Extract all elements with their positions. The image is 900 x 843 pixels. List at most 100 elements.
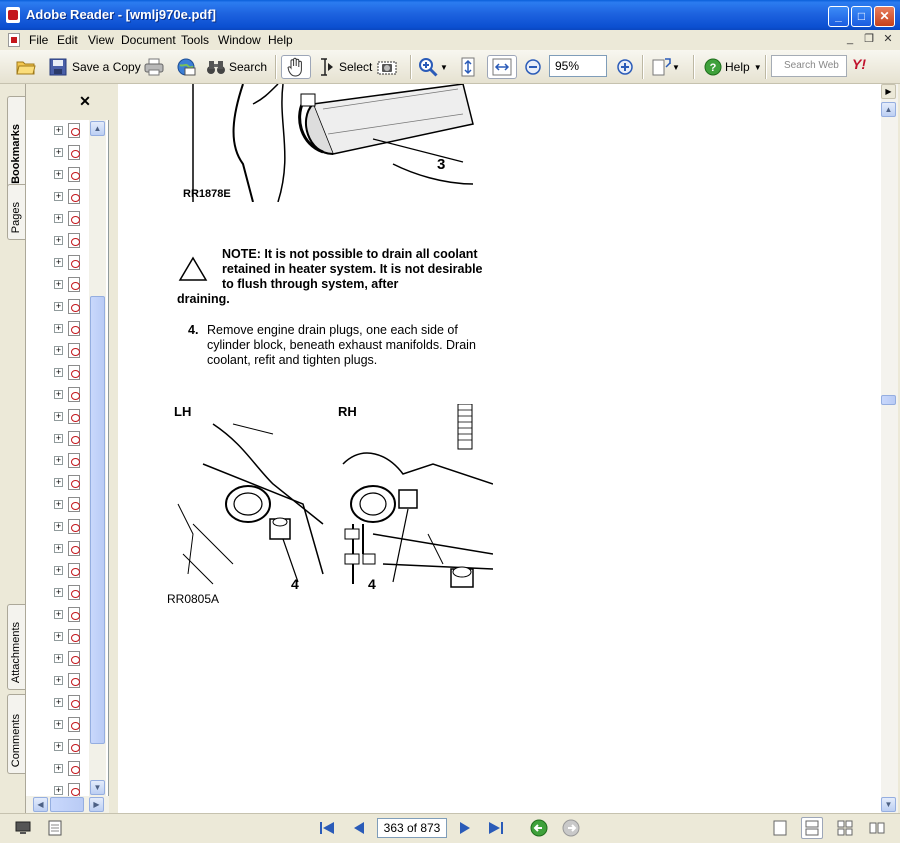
page-number-input[interactable]: 363 of 873	[377, 818, 447, 838]
page-menu-arrow-icon[interactable]: ▶	[881, 84, 896, 99]
doc-scroll-down-button[interactable]: ▼	[881, 797, 896, 812]
document-icon[interactable]	[8, 33, 20, 47]
doc-close-button[interactable]: ✕	[881, 32, 895, 46]
bookmark-item[interactable]: +	[26, 428, 88, 450]
monitor-icon[interactable]	[14, 819, 32, 837]
scroll-thumb[interactable]	[90, 296, 105, 744]
expand-plus-icon[interactable]: +	[54, 258, 63, 267]
help-button[interactable]: ? Help ▼	[703, 55, 762, 79]
bookmark-item[interactable]: +	[26, 406, 88, 428]
close-button[interactable]: ✕	[874, 6, 895, 27]
scroll-up-button[interactable]: ▲	[90, 121, 105, 136]
first-page-button[interactable]	[318, 819, 336, 837]
expand-plus-icon[interactable]: +	[54, 456, 63, 465]
bookmark-item[interactable]: +	[26, 274, 88, 296]
bookmark-item[interactable]: +	[26, 626, 88, 648]
bookmark-item[interactable]: +	[26, 714, 88, 736]
bookmark-item[interactable]: +	[26, 560, 88, 582]
expand-plus-icon[interactable]: +	[54, 654, 63, 663]
menu-help[interactable]: Help	[268, 33, 293, 47]
expand-plus-icon[interactable]: +	[54, 346, 63, 355]
scroll-right-button[interactable]: ▶	[89, 797, 104, 812]
expand-plus-icon[interactable]: +	[54, 390, 63, 399]
expand-plus-icon[interactable]: +	[54, 126, 63, 135]
bookmark-item[interactable]: +	[26, 736, 88, 758]
panel-splitter[interactable]	[109, 84, 118, 813]
next-page-button[interactable]	[456, 819, 474, 837]
bookmark-item[interactable]: +	[26, 604, 88, 626]
email-button[interactable]	[176, 55, 196, 79]
expand-plus-icon[interactable]: +	[54, 720, 63, 729]
bookmark-item[interactable]: +	[26, 670, 88, 692]
search-web-input[interactable]: Search Web	[771, 55, 847, 77]
bookmark-item[interactable]: +	[26, 186, 88, 208]
print-button[interactable]	[144, 55, 164, 79]
open-button[interactable]	[16, 55, 36, 79]
bookmarks-horizontal-scrollbar[interactable]: ◀ ▶	[26, 796, 109, 813]
document-vertical-scrollbar[interactable]: ▶ ▲ ▼	[881, 84, 898, 813]
expand-plus-icon[interactable]: +	[54, 280, 63, 289]
expand-plus-icon[interactable]: +	[54, 170, 63, 179]
expand-plus-icon[interactable]: +	[54, 632, 63, 641]
expand-plus-icon[interactable]: +	[54, 676, 63, 685]
expand-plus-icon[interactable]: +	[54, 522, 63, 531]
bookmark-item[interactable]: +	[26, 296, 88, 318]
bookmarks-vertical-scrollbar[interactable]: ▲ ▼	[89, 120, 106, 796]
snapshot-button[interactable]	[377, 55, 397, 79]
next-view-button[interactable]	[562, 819, 580, 837]
document-view[interactable]: 3 RR1878E NOTE: It is not possible to dr…	[118, 84, 881, 813]
doc-restore-button[interactable]: ❐	[862, 32, 876, 46]
expand-plus-icon[interactable]: +	[54, 764, 63, 773]
expand-plus-icon[interactable]: +	[54, 192, 63, 201]
close-panel-icon[interactable]: ✕	[78, 94, 92, 108]
expand-plus-icon[interactable]: +	[54, 434, 63, 443]
doc-scroll-up-button[interactable]: ▲	[881, 102, 896, 117]
bookmark-item[interactable]: +	[26, 340, 88, 362]
bookmark-item[interactable]: +	[26, 582, 88, 604]
expand-plus-icon[interactable]: +	[54, 368, 63, 377]
bookmark-item[interactable]: +	[26, 142, 88, 164]
tab-bookmarks[interactable]: Bookmarks	[7, 96, 25, 191]
previous-page-button[interactable]	[350, 819, 368, 837]
menu-file[interactable]: File	[29, 33, 48, 47]
fit-width-button[interactable]	[487, 55, 517, 79]
doc-scroll-thumb[interactable]	[881, 395, 896, 405]
bookmark-item[interactable]: +	[26, 252, 88, 274]
zoom-tool-dropdown-icon[interactable]: ▼	[440, 63, 448, 72]
expand-plus-icon[interactable]: +	[54, 148, 63, 157]
document-properties-icon[interactable]	[46, 819, 64, 837]
menu-document[interactable]: Document	[121, 33, 176, 47]
hand-tool-button[interactable]	[281, 55, 311, 79]
continuous-facing-layout-button[interactable]	[868, 819, 886, 837]
save-copy-button[interactable]: Save a Copy	[48, 55, 141, 79]
tab-attachments[interactable]: Attachments	[7, 604, 25, 690]
expand-plus-icon[interactable]: +	[54, 698, 63, 707]
bookmark-item[interactable]: +	[26, 208, 88, 230]
bookmark-item[interactable]: +	[26, 384, 88, 406]
scroll-left-button[interactable]: ◀	[33, 797, 48, 812]
select-tool-button[interactable]: Select	[317, 55, 372, 79]
expand-plus-icon[interactable]: +	[54, 236, 63, 245]
bookmark-item[interactable]: +	[26, 230, 88, 252]
bookmark-item[interactable]: +	[26, 494, 88, 516]
maximize-button[interactable]: □	[851, 6, 872, 27]
bookmark-item[interactable]: +	[26, 472, 88, 494]
doc-minimize-button[interactable]: _	[843, 32, 857, 46]
bookmark-item[interactable]: +	[26, 780, 88, 796]
tab-comments[interactable]: Comments	[7, 694, 25, 774]
menu-edit[interactable]: Edit	[57, 33, 78, 47]
expand-plus-icon[interactable]: +	[54, 302, 63, 311]
single-page-layout-button[interactable]	[771, 819, 789, 837]
continuous-layout-button[interactable]	[801, 817, 823, 839]
zoom-input[interactable]: 95%	[549, 55, 607, 77]
last-page-button[interactable]	[487, 819, 505, 837]
minimize-button[interactable]: _	[828, 6, 849, 27]
bookmark-item[interactable]: +	[26, 450, 88, 472]
rotate-view-button[interactable]: ▼	[652, 55, 680, 79]
rotate-dropdown-icon[interactable]: ▼	[672, 63, 680, 72]
zoom-in-tool-button[interactable]: ▼	[418, 55, 448, 79]
horizontal-scroll-thumb[interactable]	[50, 797, 84, 812]
expand-plus-icon[interactable]: +	[54, 324, 63, 333]
tab-pages[interactable]: Pages	[7, 184, 25, 240]
expand-plus-icon[interactable]: +	[54, 478, 63, 487]
